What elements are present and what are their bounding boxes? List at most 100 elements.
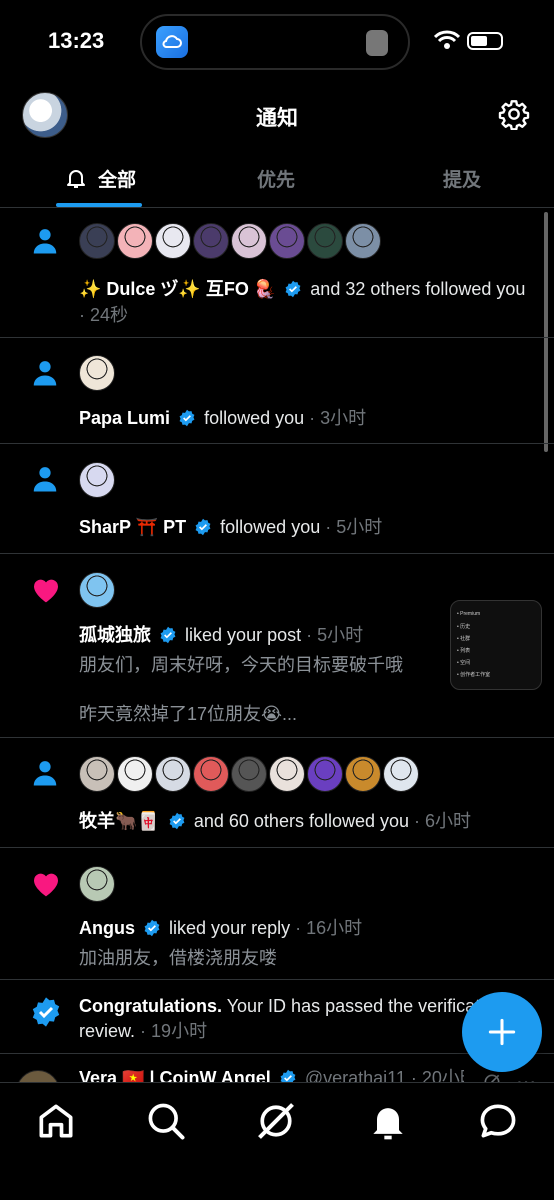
- tab-label: 全部: [97, 169, 136, 191]
- heart-icon: [34, 873, 58, 897]
- timestamp: · 19小时: [140, 1021, 208, 1041]
- active-tab-indicator: [56, 203, 142, 207]
- header: 通知: [0, 84, 554, 148]
- notification-item[interactable]: Papa Lumi followed you · 3小时: [0, 338, 554, 444]
- avatar-stack: [79, 355, 115, 391]
- avatar[interactable]: [79, 355, 115, 391]
- person-icon: [33, 229, 57, 254]
- compose-button[interactable]: [462, 992, 542, 1072]
- tab-mentions[interactable]: 提及: [402, 148, 522, 208]
- notification-action: liked your post: [185, 625, 302, 645]
- post-preview-text: 昨天竟然掉了17位朋友😭...: [79, 704, 298, 724]
- timestamp: · 5小时: [325, 517, 383, 537]
- notification-item[interactable]: SharP ⛩️ PT followed you · 5小时: [0, 444, 554, 554]
- post-preview-text: 朋友们，周末好呀，今天的目标要破千哦: [79, 655, 403, 675]
- speaker-icon: [366, 30, 388, 56]
- avatar-stack: [79, 866, 115, 902]
- user-name[interactable]: 牧羊🐂🀄: [79, 811, 160, 831]
- avatar[interactable]: [79, 223, 115, 259]
- avatar[interactable]: [307, 223, 343, 259]
- avatar[interactable]: [117, 756, 153, 792]
- user-name[interactable]: Papa Lumi: [79, 408, 170, 428]
- avatar[interactable]: [307, 756, 343, 792]
- notifications-icon[interactable]: [366, 1099, 410, 1143]
- notification-action: followed you: [204, 408, 305, 428]
- avatar[interactable]: [193, 223, 229, 259]
- notification-item[interactable]: ✨ Dulce ヅ✨ 互FO 🪼 and 32 others followed …: [0, 208, 554, 338]
- tab-priority[interactable]: 优先: [216, 148, 336, 208]
- avatar[interactable]: [117, 223, 153, 259]
- notification-title: Congratulations.: [79, 996, 222, 1016]
- avatar[interactable]: [155, 223, 191, 259]
- home-indicator: [206, 1187, 348, 1192]
- user-name[interactable]: SharP ⛩️ PT: [79, 517, 186, 537]
- timestamp: · 16小时: [295, 918, 363, 938]
- verified-badge-icon: [285, 280, 301, 298]
- notification-text: 牧羊🐂🀄 and 60 others followed you · 6小时: [79, 809, 534, 834]
- thumbnail-menu-item: • 创作者工作室: [457, 672, 491, 678]
- notification-text: Papa Lumi followed you · 3小时: [79, 406, 534, 431]
- cloud-app-icon: [156, 26, 188, 58]
- notification-action: liked your reply: [169, 918, 291, 938]
- avatar[interactable]: [345, 223, 381, 259]
- verified-badge-icon: [32, 997, 60, 1027]
- timestamp: · 5小时: [306, 625, 364, 645]
- avatar[interactable]: [345, 756, 381, 792]
- avatar-stack: [79, 756, 419, 792]
- status-bar: 13:23: [0, 0, 554, 84]
- status-time: 13:23: [48, 28, 105, 53]
- tab-label: 优先: [256, 169, 295, 191]
- avatar[interactable]: [269, 756, 305, 792]
- notification-text: SharP ⛩️ PT followed you · 5小时: [79, 515, 534, 540]
- user-name[interactable]: ✨ Dulce ヅ✨ 互FO 🪼: [79, 279, 276, 299]
- verified-badge-icon: [144, 919, 160, 937]
- verified-badge-icon: [169, 812, 185, 830]
- messages-icon[interactable]: [476, 1099, 520, 1143]
- plus-icon: [488, 1018, 516, 1046]
- thumbnail-menu-item: • 列表: [457, 648, 471, 654]
- timestamp: · 24秒: [79, 305, 129, 325]
- tab-label: 提及: [442, 169, 481, 191]
- avatar[interactable]: [193, 756, 229, 792]
- person-icon: [33, 361, 57, 386]
- tab-all[interactable]: 全部: [40, 148, 160, 208]
- bottom-nav: [0, 1082, 554, 1200]
- notification-action: Your ID has passed the verification: [226, 996, 505, 1016]
- verified-badge-icon: [160, 626, 176, 644]
- post-thumbnail[interactable]: • Premium • 历史 • 社群 • 列表 • 空间 • 创作者工作室: [450, 600, 542, 690]
- avatar[interactable]: [383, 756, 419, 792]
- notification-action: and 60 others followed you: [193, 811, 410, 831]
- avatar[interactable]: [231, 756, 267, 792]
- person-icon: [33, 467, 57, 492]
- avatar-stack: [79, 462, 115, 498]
- heart-icon: [34, 579, 58, 603]
- notification-item[interactable]: Angus liked your reply · 16小时 加油朋友，借楼浇朋友…: [0, 848, 554, 980]
- gear-icon[interactable]: [498, 98, 530, 130]
- avatar[interactable]: [79, 756, 115, 792]
- avatar[interactable]: [155, 756, 191, 792]
- avatar[interactable]: [269, 223, 305, 259]
- post-preview-text: 加油朋友，借楼浇朋友喽: [79, 948, 277, 968]
- timestamp: · 6小时: [414, 811, 472, 831]
- bell-icon: [66, 170, 85, 188]
- avatar[interactable]: [79, 866, 115, 902]
- user-name[interactable]: Angus: [79, 918, 135, 938]
- user-name[interactable]: 孤城独旅: [79, 625, 151, 645]
- avatar[interactable]: [79, 462, 115, 498]
- avatar-stack: [79, 572, 115, 608]
- search-icon[interactable]: [144, 1099, 188, 1143]
- battery-icon: [467, 32, 503, 50]
- tab-bar: 全部 优先 提及: [0, 148, 554, 208]
- home-icon[interactable]: [34, 1099, 78, 1143]
- avatar-stack: [79, 223, 381, 259]
- timestamp: · 3小时: [309, 408, 367, 428]
- notification-action: review.: [79, 1021, 136, 1041]
- notification-item[interactable]: 牧羊🐂🀄 and 60 others followed you · 6小时: [0, 738, 554, 848]
- avatar[interactable]: [231, 223, 267, 259]
- wifi-icon: [434, 30, 460, 49]
- thumbnail-menu-item: • 空间: [457, 660, 471, 666]
- notification-action: followed you: [220, 517, 321, 537]
- grok-icon[interactable]: [254, 1099, 298, 1143]
- thumbnail-menu-item: • 历史: [457, 624, 471, 630]
- avatar[interactable]: [79, 572, 115, 608]
